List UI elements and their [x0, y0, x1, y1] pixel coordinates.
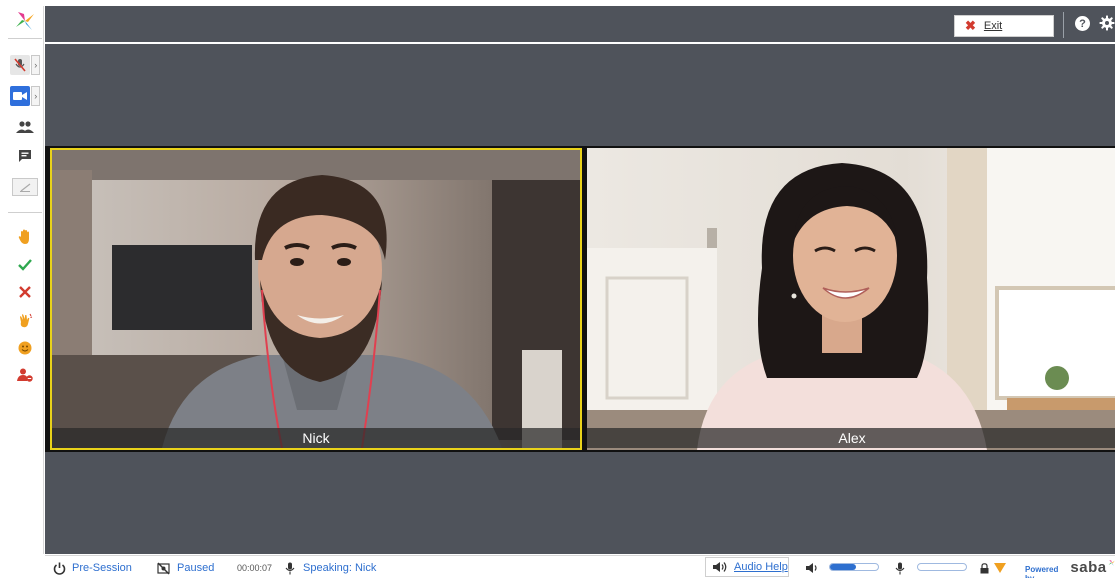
volume-icon [806, 563, 817, 573]
mic-level-icon [895, 560, 905, 576]
step-away-button[interactable] [10, 364, 40, 386]
agree-icon [18, 259, 32, 271]
participant-name-label: Alex [587, 428, 1115, 448]
exit-button-label: Exit [983, 20, 1003, 32]
participants-icon [16, 121, 34, 133]
toolbar-divider [1063, 12, 1064, 38]
emoji-icon [18, 341, 32, 355]
mic-toggle-button[interactable] [10, 55, 31, 75]
powered-by-branding: Powered by saba [1025, 559, 1115, 578]
sidebar-divider [8, 38, 42, 39]
participant-video [52, 150, 580, 448]
microphone-icon [895, 562, 905, 574]
speaker-volume-slider[interactable] [829, 563, 879, 571]
help-icon[interactable]: ? [1075, 16, 1090, 31]
applause-button[interactable] [10, 310, 40, 332]
mic-muted-icon [14, 58, 26, 72]
recording-paused-icon [157, 562, 170, 574]
raise-hand-button[interactable] [10, 226, 40, 248]
speaking-indicator: Speaking: Nick [285, 560, 376, 576]
video-stage: Nick Alex [45, 44, 1115, 554]
mic-level-slider[interactable] [917, 563, 967, 571]
session-status-label: Pre-Session [72, 562, 132, 574]
participant-name-label: Nick [52, 428, 580, 448]
video-tile[interactable]: Alex [587, 148, 1115, 450]
recording-status-label: Paused [177, 562, 215, 574]
sidebar-divider [8, 212, 42, 213]
mic-options-chevron-icon[interactable]: › [31, 55, 40, 75]
video-camera-icon [13, 92, 28, 100]
chat-icon [19, 150, 31, 162]
raise-hand-icon [18, 229, 29, 244]
agree-button[interactable] [10, 254, 40, 276]
video-tile-active-speaker[interactable]: Nick [50, 148, 582, 450]
brand-name: saba [1070, 559, 1107, 576]
step-away-icon [17, 368, 33, 382]
connection-quality-icon [994, 560, 1006, 576]
lock-icon [980, 560, 989, 576]
video-strip: Nick Alex [45, 146, 1115, 452]
session-timer: 00:00:07 [237, 563, 273, 573]
disagree-button[interactable] [10, 281, 40, 303]
annotate-icon [20, 183, 31, 192]
audio-help-button[interactable]: Audio Help [705, 557, 789, 577]
audio-help-label: Audio Help [734, 561, 788, 573]
speaker-icon [713, 562, 727, 572]
saba-logo-icon [1108, 559, 1115, 567]
video-control: › [10, 85, 40, 107]
video-toggle-button[interactable] [10, 86, 31, 106]
close-icon: ✖ [965, 18, 976, 33]
microphone-icon [285, 562, 295, 574]
top-toolbar: ✖ Exit ? [45, 6, 1115, 42]
mic-control: › [10, 54, 40, 76]
chat-button[interactable] [10, 145, 40, 167]
powered-by-label: Powered by [1025, 565, 1059, 578]
speaking-label: Speaking: Nick [303, 562, 377, 574]
video-options-chevron-icon[interactable]: › [31, 86, 40, 106]
app-window: › › ✖ Exit ? Nick Alex Pre-Session Pause… [0, 0, 1115, 578]
gear-icon[interactable] [1099, 15, 1115, 31]
speaker-volume-fill [830, 564, 857, 570]
saba-logo-icon [14, 10, 36, 32]
annotate-button[interactable] [10, 176, 40, 198]
power-icon [53, 562, 66, 575]
participants-button[interactable] [10, 116, 40, 138]
left-sidebar: › › [6, 6, 44, 554]
speaker-volume-icon [805, 560, 819, 576]
participant-video [587, 148, 1115, 450]
session-status[interactable]: Pre-Session [53, 560, 132, 576]
applause-icon [20, 313, 33, 328]
emoji-button[interactable] [10, 337, 40, 359]
recording-status[interactable]: Paused [157, 560, 214, 576]
exit-button[interactable]: ✖ Exit [954, 15, 1054, 37]
status-bar: Pre-Session Paused 00:00:07 Speaking: Ni… [45, 555, 1115, 578]
disagree-icon [19, 286, 31, 298]
